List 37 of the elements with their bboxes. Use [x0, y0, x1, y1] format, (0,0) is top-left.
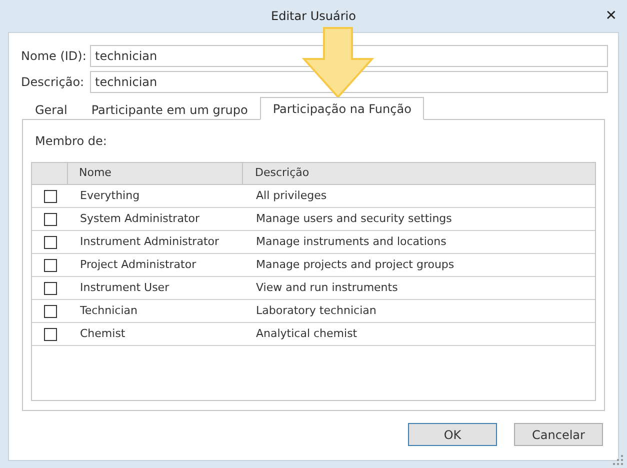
table-cell-text: System Administrator [79, 210, 201, 227]
checkbox[interactable] [44, 328, 56, 340]
dialog-button[interactable]: OK [408, 423, 497, 446]
table-cell-text: Instrument User [79, 280, 170, 296]
close-button[interactable]: ✕ [605, 6, 617, 27]
table-cell-text: Instrument Administrator [79, 234, 220, 250]
table-cell-text: All privileges [255, 188, 328, 204]
down-arrow-drawing [302, 27, 374, 99]
table-cell-text: View and run instruments [255, 280, 399, 296]
field-label: Nome (ID): [21, 48, 88, 65]
window-title: Editar Usuário [271, 8, 356, 25]
table-cell-text: Manage users and security settings [255, 210, 453, 227]
table-cell-text: Technician [79, 302, 138, 319]
tab[interactable]: Geral [23, 99, 80, 120]
table-cell-text: Project Administrator [79, 256, 198, 273]
table-cell-text: Manage projects and project groups [255, 256, 456, 273]
field-label: Descrição: [21, 74, 86, 91]
checkbox[interactable] [44, 212, 56, 226]
checkbox[interactable] [44, 190, 56, 202]
input-field[interactable]: technician [90, 45, 608, 67]
table-cell-text: Chemist [79, 326, 126, 342]
input-field[interactable]: technician [90, 71, 608, 93]
dialog-button[interactable]: Cancelar [514, 423, 603, 446]
table-cell-text: Laboratory technician [255, 302, 378, 319]
tab[interactable]: Participação na Função [260, 97, 424, 120]
tab[interactable]: Participante em um grupo [79, 99, 260, 120]
checkbox[interactable] [44, 282, 56, 294]
column-header[interactable]: Descrição [243, 163, 595, 184]
section-label: Membro de: [35, 133, 108, 150]
checkbox[interactable] [44, 258, 56, 272]
table-cell-text: Analytical chemist [255, 326, 358, 342]
table-cell-text: Everything [79, 188, 141, 204]
column-header[interactable]: Nome [68, 163, 243, 184]
checkbox[interactable] [44, 236, 56, 248]
table-cell-text: Manage instruments and locations [255, 234, 448, 250]
checkbox[interactable] [44, 304, 56, 318]
resize-grip-icon[interactable] [613, 455, 623, 465]
